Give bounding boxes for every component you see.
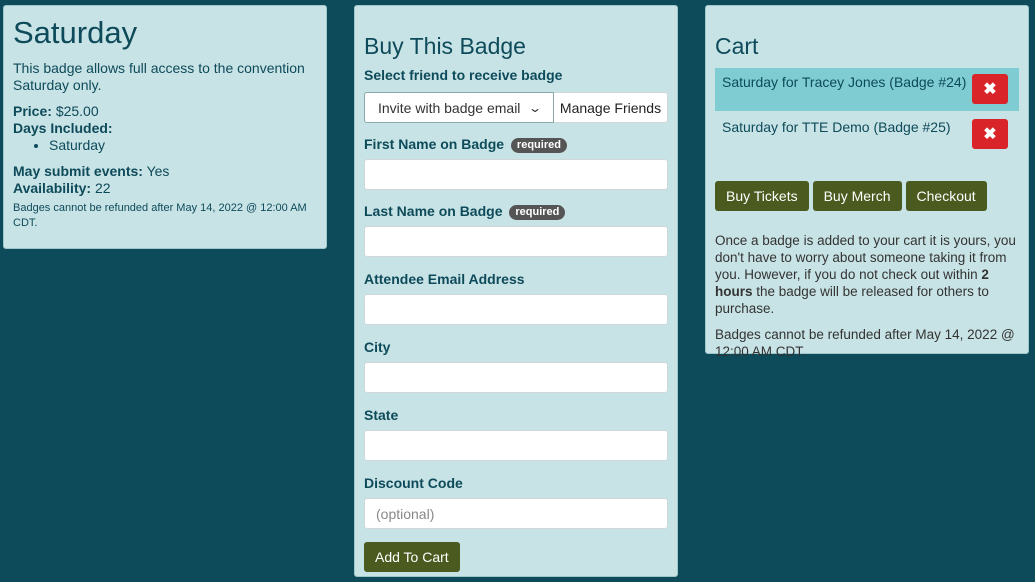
buy-tickets-button[interactable]: Buy Tickets <box>715 181 809 211</box>
remove-item-button[interactable]: ✖ <box>972 74 1008 104</box>
cart-item-label: Saturday for Tracey Jones (Badge #24) <box>722 74 967 90</box>
refund-note: Badges cannot be refunded after May 14, … <box>13 202 307 229</box>
price-label: Price: <box>13 103 52 119</box>
badge-details-panel: Saturday This badge allows full access t… <box>3 5 327 249</box>
add-to-cart-button[interactable]: Add To Cart <box>364 542 460 572</box>
availability-label: Availability: <box>13 180 92 196</box>
required-badge: required <box>510 138 567 153</box>
days-list: Saturday <box>49 137 317 154</box>
buy-form-title: Buy This Badge <box>364 33 526 59</box>
city-label: City <box>364 339 391 355</box>
buy-merch-button[interactable]: Buy Merch <box>812 181 902 211</box>
days-label: Days Included: <box>13 120 113 136</box>
last-name-label-text: Last Name on Badge <box>364 203 503 219</box>
events-row: May submit events: Yes <box>13 163 317 180</box>
last-name-label: Last Name on Badge required <box>364 203 668 220</box>
cart-actions: Buy Tickets Buy Merch Checkout <box>715 181 1019 211</box>
chevron-down-icon: ⌄ <box>527 100 543 115</box>
badge-description: This badge allows full access to the con… <box>13 60 305 93</box>
friend-select[interactable]: Invite with badge email ⌄ <box>364 92 554 123</box>
cart-item: Saturday for TTE Demo (Badge #25) ✖ <box>715 113 1019 156</box>
close-icon: ✖ <box>983 125 997 143</box>
cart-item: Saturday for Tracey Jones (Badge #24) ✖ <box>715 68 1019 111</box>
remove-item-button[interactable]: ✖ <box>972 119 1008 149</box>
close-icon: ✖ <box>983 80 997 98</box>
price-value: $25.00 <box>55 103 99 119</box>
state-label: State <box>364 407 399 423</box>
email-label: Attendee Email Address <box>364 271 525 287</box>
cart-hold-note: Once a badge is added to your cart it is… <box>715 232 1019 317</box>
cart-items: Saturday for Tracey Jones (Badge #24) ✖ … <box>715 68 1019 156</box>
day-item: Saturday <box>49 137 317 154</box>
cart-refund-note: Badges cannot be refunded after May 14, … <box>715 327 1015 359</box>
discount-label: Discount Code <box>364 475 463 491</box>
city-field[interactable] <box>364 362 668 393</box>
cart-title: Cart <box>715 33 759 59</box>
friend-select-row: Invite with badge email ⌄ Manage Friends <box>364 92 668 123</box>
first-name-field[interactable] <box>364 159 668 190</box>
availability-row: Availability: 22 <box>13 180 317 197</box>
email-field[interactable] <box>364 294 668 325</box>
required-badge: required <box>509 205 566 220</box>
cart-panel: Cart Saturday for Tracey Jones (Badge #2… <box>705 5 1029 359</box>
price-row: Price: $25.00 <box>13 103 317 120</box>
cart-note-text-end: the badge will be released for others to… <box>715 284 989 316</box>
state-field[interactable] <box>364 430 668 461</box>
checkout-button[interactable]: Checkout <box>905 181 987 211</box>
last-name-field[interactable] <box>364 226 668 257</box>
first-name-label-text: First Name on Badge <box>364 136 505 152</box>
availability-value: 22 <box>94 180 111 196</box>
friend-label: Select friend to receive badge <box>364 67 563 83</box>
cart-note-text: Once a badge is added to your cart it is… <box>715 233 1016 282</box>
cart-item-label: Saturday for TTE Demo (Badge #25) <box>722 119 951 135</box>
friend-select-value: Invite with badge email <box>378 99 521 116</box>
discount-code-field[interactable] <box>364 498 668 529</box>
first-name-label: First Name on Badge required <box>364 136 668 153</box>
buy-badge-panel: Buy This Badge Select friend to receive … <box>354 5 678 577</box>
events-value: Yes <box>146 163 170 179</box>
manage-friends-button[interactable]: Manage Friends <box>554 92 668 123</box>
events-label: May submit events: <box>13 163 143 179</box>
badge-title: Saturday <box>13 15 138 50</box>
